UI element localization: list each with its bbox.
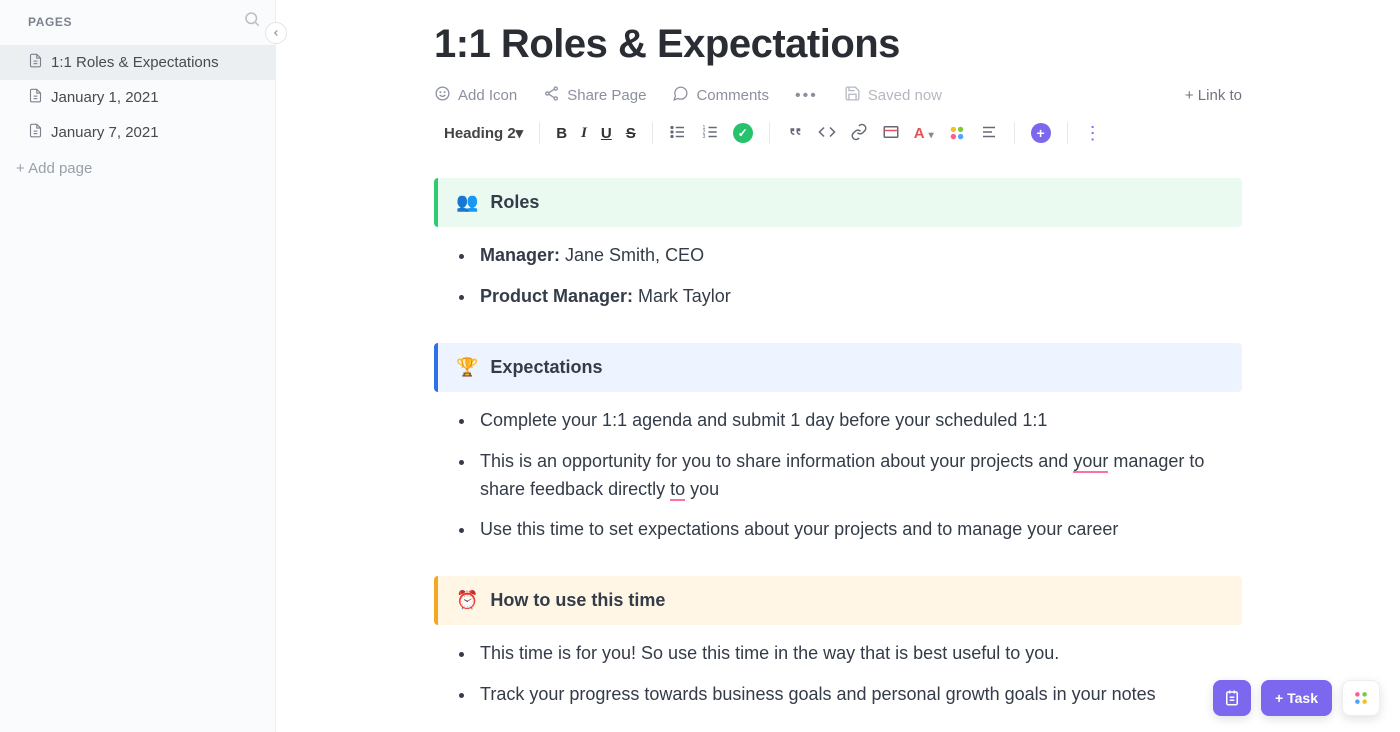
saved-status: Saved now (844, 85, 942, 106)
smile-icon (434, 85, 451, 106)
more-actions-button[interactable]: ••• (795, 87, 818, 105)
list-item[interactable]: Product Manager: Mark Taylor (476, 278, 1242, 319)
divider (1067, 122, 1068, 144)
callout-emoji: 🏆 (456, 357, 478, 378)
add-icon-button[interactable]: Add Icon (434, 85, 517, 106)
sidebar-page-item[interactable]: January 7, 2021 (0, 115, 275, 150)
align-button[interactable] (980, 123, 998, 144)
callout[interactable]: 👥 Roles (434, 178, 1242, 227)
share-page-label: Share Page (567, 87, 646, 104)
saved-label: Saved now (868, 87, 942, 104)
collapse-sidebar-button[interactable] (265, 22, 287, 44)
insert-button[interactable]: + (1031, 123, 1051, 143)
apps-button[interactable] (1342, 680, 1380, 716)
toolbar-more-button[interactable]: ⋮ (1084, 124, 1102, 142)
strikethrough-button[interactable]: S (626, 126, 636, 141)
list-item[interactable]: This time is for you! So use this time i… (476, 635, 1242, 676)
list-item[interactable]: Manager: Jane Smith, CEO (476, 237, 1242, 278)
sidebar-header: PAGES (0, 0, 275, 41)
sidebar-page-item[interactable]: January 1, 2021 (0, 80, 275, 115)
comment-icon (672, 85, 689, 106)
new-task-button[interactable]: + Task (1261, 680, 1332, 716)
numbered-list-button[interactable]: 123 (701, 123, 719, 144)
checklist-button[interactable]: ✓ (733, 123, 753, 143)
divider (1014, 122, 1015, 144)
text-color-button[interactable]: A (914, 126, 934, 141)
list-item[interactable]: Use this time to set expectations about … (476, 511, 1242, 552)
quote-button[interactable] (786, 123, 804, 144)
callout-emoji: ⏰ (456, 590, 478, 611)
comments-label: Comments (696, 87, 769, 104)
bullet-list-button[interactable] (669, 123, 687, 144)
formatting-toolbar: Heading 2▾ B I U S 123 ✓ (434, 116, 1242, 160)
link-button[interactable] (850, 123, 868, 144)
page-list: 1:1 Roles & Expectations January 1, 2021 J… (0, 41, 275, 150)
page-icon (28, 88, 43, 107)
document: 1:1 Roles & Expectations Add Icon Share … (398, 0, 1278, 732)
action-bar: Add Icon Share Page Comments ••• Saved n… (434, 85, 1242, 106)
callout-title: Roles (490, 192, 539, 213)
document-body[interactable]: 👥 Roles Manager: Jane Smith, CEOProduct Ma… (434, 178, 1242, 723)
sidebar-title: PAGES (28, 15, 72, 29)
share-page-button[interactable]: Share Page (543, 85, 646, 106)
list-item[interactable]: Track your progress towards business goa… (476, 676, 1242, 717)
underline-button[interactable]: U (601, 126, 612, 141)
add-page-button[interactable]: + Add page (0, 150, 275, 187)
divider (652, 122, 653, 144)
heading-select[interactable]: Heading 2▾ (434, 124, 523, 142)
content-list[interactable]: This time is for you! So use this time i… (434, 625, 1242, 723)
content-list[interactable]: Complete your 1:1 agenda and submit 1 da… (434, 392, 1242, 559)
svg-text:3: 3 (702, 134, 705, 140)
callout-title: Expectations (490, 357, 602, 378)
content-list[interactable]: Manager: Jane Smith, CEOProduct Manager:… (434, 227, 1242, 325)
code-button[interactable] (818, 123, 836, 144)
sidebar-page-label: January 1, 2021 (51, 89, 159, 106)
sidebar-page-label: 1:1 Roles & Expectations (51, 54, 219, 71)
italic-button[interactable]: I (581, 126, 587, 141)
sidebar-page-label: January 7, 2021 (51, 124, 159, 141)
highlight-color-button[interactable] (948, 124, 966, 142)
link-to-button[interactable]: + Link to (1185, 87, 1242, 104)
banner-button[interactable] (882, 123, 900, 144)
page-icon (28, 123, 43, 142)
page-title[interactable]: 1:1 Roles & Expectations (434, 22, 1242, 67)
page-icon (28, 53, 43, 72)
sidebar-page-item[interactable]: 1:1 Roles & Expectations (0, 45, 275, 80)
search-icon[interactable] (243, 10, 261, 33)
comments-button[interactable]: Comments (672, 85, 769, 106)
list-item[interactable]: This is an opportunity for you to share … (476, 443, 1242, 512)
callout[interactable]: 🏆 Expectations (434, 343, 1242, 392)
divider (769, 122, 770, 144)
callout[interactable]: ⏰ How to use this time (434, 576, 1242, 625)
sidebar: PAGES 1:1 Roles & Expectations January 1,… (0, 0, 276, 732)
divider (539, 122, 540, 144)
bold-button[interactable]: B (556, 126, 567, 141)
main: 1:1 Roles & Expectations Add Icon Share … (276, 0, 1400, 732)
plus-icon: + (1275, 690, 1283, 706)
notepad-button[interactable] (1213, 680, 1251, 716)
new-task-label: Task (1287, 690, 1318, 706)
share-icon (543, 85, 560, 106)
callout-title: How to use this time (490, 590, 665, 611)
add-icon-label: Add Icon (458, 87, 517, 104)
list-item[interactable]: Complete your 1:1 agenda and submit 1 da… (476, 402, 1242, 443)
save-icon (844, 85, 861, 106)
callout-emoji: 👥 (456, 192, 478, 213)
floating-action-bar: + Task (1213, 680, 1380, 716)
